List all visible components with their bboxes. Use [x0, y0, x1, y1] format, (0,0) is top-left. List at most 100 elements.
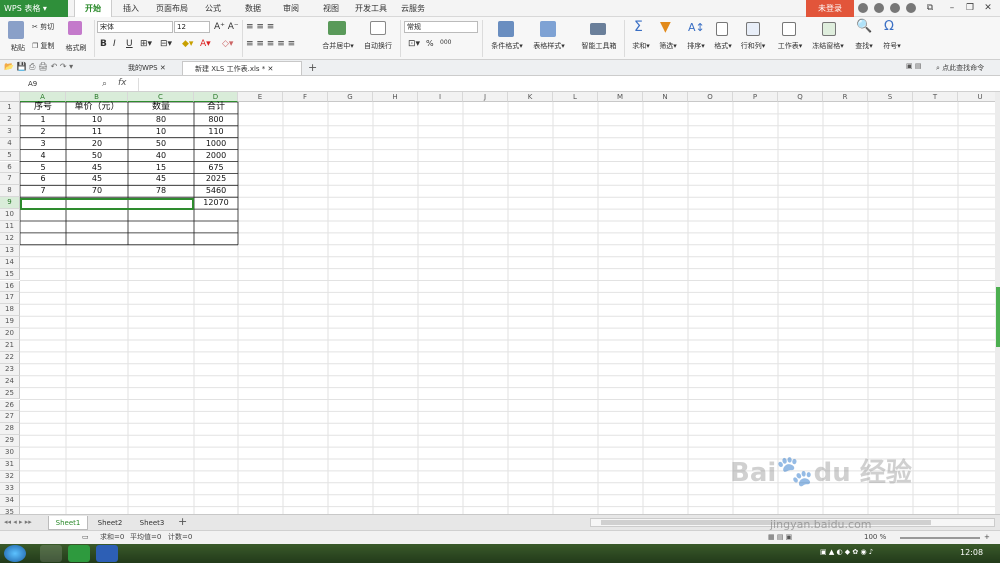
row-header-32[interactable]: 32	[0, 470, 20, 483]
cut-button[interactable]: ✂ 剪切	[32, 22, 54, 32]
row-header-12[interactable]: 12	[0, 232, 20, 245]
table-cell[interactable]: 45	[66, 162, 128, 174]
table-cell[interactable]: 110	[194, 126, 238, 138]
column-header-h[interactable]: H	[373, 92, 418, 102]
tray-icons[interactable]: ▣ ▲ ◐ ◆ ✿ ◉ ♪	[820, 548, 873, 556]
row-header-35[interactable]: 35	[0, 506, 20, 514]
column-header-i[interactable]: I	[418, 92, 463, 102]
table-header-cell[interactable]: 数量	[128, 102, 194, 114]
column-header-s[interactable]: S	[868, 92, 913, 102]
italic-button[interactable]: I	[113, 39, 116, 49]
row-header-2[interactable]: 2	[0, 113, 20, 126]
start-button[interactable]	[4, 545, 26, 562]
tab-data[interactable]: 数据	[236, 0, 270, 17]
paste-button[interactable]: 粘贴	[4, 43, 32, 53]
tab-insert[interactable]: 插入	[114, 0, 148, 17]
table-cell[interactable]: 11	[66, 126, 128, 138]
filter-button[interactable]: 筛选▾	[656, 41, 680, 51]
cond-format-button[interactable]: 条件格式▾	[488, 41, 526, 51]
row-header-14[interactable]: 14	[0, 256, 20, 269]
settings-icon[interactable]	[874, 3, 884, 13]
row-header-25[interactable]: 25	[0, 387, 20, 400]
close-button[interactable]: ✕	[982, 2, 994, 14]
column-header-m[interactable]: M	[598, 92, 643, 102]
table-cell[interactable]: 45	[66, 173, 128, 185]
row-header-23[interactable]: 23	[0, 363, 20, 376]
select-all-corner[interactable]	[0, 92, 20, 102]
table-cell[interactable]: 1000	[194, 138, 238, 150]
restore-ribbon-icon[interactable]: ⧉	[924, 2, 936, 14]
upload-icon[interactable]	[906, 3, 916, 13]
row-header-15[interactable]: 15	[0, 268, 20, 281]
table-cell[interactable]: 675	[194, 162, 238, 174]
column-header-n[interactable]: N	[643, 92, 688, 102]
tab-formulas[interactable]: 公式	[196, 0, 230, 17]
row-header-21[interactable]: 21	[0, 340, 20, 352]
table-cell[interactable]: 2025	[194, 173, 238, 185]
column-header-e[interactable]: E	[238, 92, 283, 102]
table-cell[interactable]: 45	[128, 173, 194, 185]
table-cell[interactable]: 3	[20, 138, 66, 150]
sheet-tab-1[interactable]: Sheet1	[48, 516, 88, 530]
row-header-24[interactable]: 24	[0, 375, 20, 388]
table-header-cell[interactable]: 单价（元）	[66, 102, 128, 114]
zoom-in-icon[interactable]: +	[984, 531, 990, 544]
row-header-18[interactable]: 18	[0, 304, 20, 317]
sort-button[interactable]: 排序▾	[684, 41, 708, 51]
symbol-button[interactable]: 符号▾	[880, 41, 904, 51]
table-cell[interactable]: 50	[66, 150, 128, 162]
close-icon[interactable]: ✕	[160, 64, 166, 72]
row-header-33[interactable]: 33	[0, 482, 20, 495]
zoom-formula-icon[interactable]: ⌕	[102, 79, 107, 89]
table-cell[interactable]: 15	[128, 162, 194, 174]
find-button[interactable]: 查找▾	[852, 41, 876, 51]
minimize-button[interactable]: –	[946, 2, 958, 14]
row-header-26[interactable]: 26	[0, 399, 20, 412]
add-sheet-button[interactable]: +	[178, 515, 187, 528]
window-icons[interactable]: ▣ ▤	[906, 62, 921, 70]
help-icon[interactable]	[890, 3, 900, 13]
row-header-30[interactable]: 30	[0, 447, 20, 459]
row-header-27[interactable]: 27	[0, 411, 20, 424]
column-header-f[interactable]: F	[283, 92, 328, 102]
new-tab-button[interactable]: +	[308, 61, 317, 74]
command-search[interactable]: ⌕ 点此查找命令	[936, 63, 984, 73]
format-painter-button[interactable]: 格式刷	[62, 43, 90, 53]
row-header-22[interactable]: 22	[0, 351, 20, 364]
tab-page-layout[interactable]: 页面布局	[152, 0, 192, 17]
table-cell[interactable]: 10	[66, 114, 128, 126]
wrap-text-button[interactable]: 自动换行	[362, 41, 394, 51]
column-header-o[interactable]: O	[688, 92, 733, 102]
smart-tools-button[interactable]: 智能工具箱	[578, 41, 620, 51]
table-cell[interactable]: 12070	[194, 197, 238, 209]
fx-button[interactable]: fx	[118, 78, 127, 88]
table-cell[interactable]: 70	[66, 185, 128, 197]
row-header-6[interactable]: 6	[0, 161, 20, 174]
chrome-icon[interactable]	[40, 545, 62, 562]
table-cell[interactable]: 78	[128, 185, 194, 197]
table-header-cell[interactable]: 序号	[20, 102, 66, 114]
skin-icon[interactable]	[858, 3, 868, 13]
zoom-slider[interactable]	[900, 537, 980, 539]
row-header-29[interactable]: 29	[0, 435, 20, 448]
table-cell[interactable]: 2000	[194, 150, 238, 162]
row-header-3[interactable]: 3	[0, 125, 20, 138]
app-menu-button[interactable]: WPS 表格 ▾	[0, 0, 68, 17]
column-header-g[interactable]: G	[328, 92, 373, 102]
row-header-19[interactable]: 19	[0, 316, 20, 329]
sheet-tab-2[interactable]: Sheet2	[90, 516, 130, 530]
column-header-c[interactable]: C	[128, 92, 194, 102]
bold-button[interactable]: B	[100, 39, 107, 49]
row-header-1[interactable]: 1	[0, 102, 20, 114]
table-cell[interactable]: 10	[128, 126, 194, 138]
align-top-icon[interactable]: ≡ ≡ ≡	[246, 22, 274, 32]
font-size-select[interactable]: 12	[174, 21, 210, 33]
border-icon[interactable]: ⊞▾	[140, 39, 152, 49]
grow-font-icon[interactable]: A⁺ A⁻	[214, 22, 239, 32]
selected-range[interactable]	[20, 198, 194, 210]
table-cell[interactable]: 4	[20, 150, 66, 162]
table-cell[interactable]: 5460	[194, 185, 238, 197]
table-cell[interactable]: 50	[128, 138, 194, 150]
worksheet-button[interactable]: 工作表▾	[775, 41, 805, 51]
table-cell[interactable]: 7	[20, 185, 66, 197]
